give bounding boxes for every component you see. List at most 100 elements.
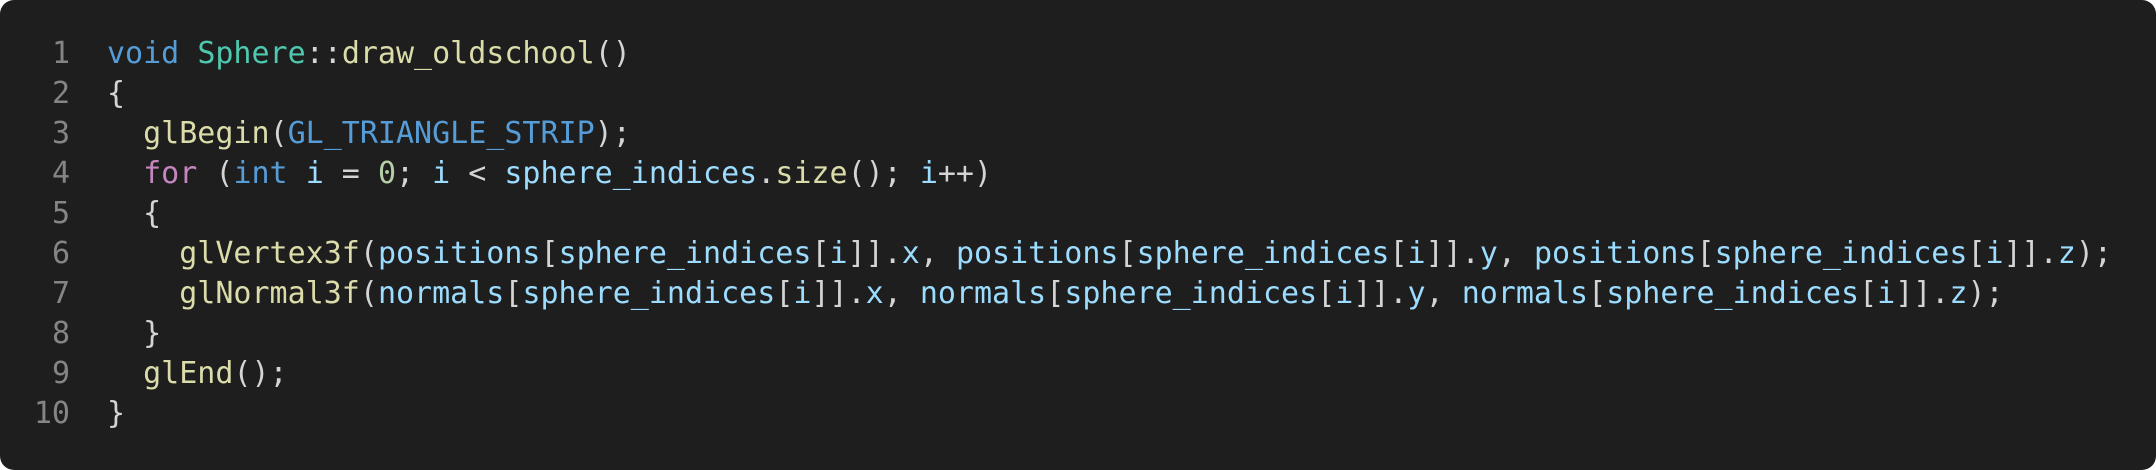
code-token-variable: i [1407, 236, 1426, 271]
code-line[interactable]: 3 glBegin(GL_TRIANGLE_STRIP); [0, 114, 2156, 154]
code-token-function: glVertex3f [179, 236, 360, 271]
code-token-punctuation: [ [1118, 236, 1137, 271]
code-token-variable: i [1877, 276, 1896, 311]
code-line[interactable]: 4 for (int i = 0; i < sphere_indices.siz… [0, 154, 2156, 194]
code-token-function: glEnd [143, 356, 234, 391]
line-code: } [107, 314, 161, 354]
code-token-variable: i [432, 156, 451, 191]
line-code: for (int i = 0; i < sphere_indices.size(… [107, 154, 992, 194]
code-token-variable: sphere_indices [522, 276, 776, 311]
code-token-variable: z [2057, 236, 2076, 271]
line-code: { [107, 74, 125, 114]
line-number: 7 [51, 276, 70, 311]
line-number: 4 [51, 156, 70, 191]
code-token-function: glNormal3f [179, 276, 360, 311]
line-number: 1 [51, 36, 70, 71]
code-token-punctuation: ); [1967, 276, 2004, 311]
code-token-punctuation: [ [1046, 276, 1065, 311]
code-token-punctuation: ]]. [2003, 236, 2058, 271]
code-line[interactable]: 8 } [0, 314, 2156, 354]
code-token-punctuation: :: [305, 36, 342, 71]
code-token-punctuation: [ [1317, 276, 1336, 311]
code-token-variable: positions [1533, 236, 1697, 271]
code-token-punctuation: [ [1696, 236, 1715, 271]
code-token-variable: z [1949, 276, 1968, 311]
code-token-variable: positions [955, 236, 1119, 271]
code-token-punctuation: , [1497, 236, 1534, 271]
code-token-punctuation: , [883, 276, 920, 311]
code-line[interactable]: 7 glNormal3f(normals[sphere_indices[i]].… [0, 274, 2156, 314]
line-number: 3 [51, 116, 70, 151]
code-token-variable: i [1335, 276, 1354, 311]
code-token-punctuation: ]]. [1425, 236, 1480, 271]
code-token-variable: sphere_indices [1606, 276, 1860, 311]
code-line[interactable]: 5 { [0, 194, 2156, 234]
code-token-punctuation: ; [396, 156, 433, 191]
code-token-variable: y [1407, 276, 1426, 311]
code-token-punctuation: ++) [937, 156, 993, 191]
code-token-punctuation: [ [1588, 276, 1607, 311]
line-code: { [107, 194, 161, 234]
code-token-type: Sphere [197, 36, 306, 71]
code-token-punctuation: [ [1967, 236, 1986, 271]
code-token-function: size [775, 156, 848, 191]
code-token-punctuation: ]]. [1353, 276, 1408, 311]
code-token-punctuation: (); [847, 156, 920, 191]
code-token-punctuation: ( [359, 236, 378, 271]
code-token-punctuation: ); [2075, 236, 2112, 271]
code-lines: 1 void Sphere::draw_oldschool() 2{3 glBegi… [0, 34, 2156, 434]
code-token-punctuation: ); [594, 116, 631, 151]
code-token-punctuation: [ [540, 236, 559, 271]
line-number: 9 [51, 356, 70, 391]
code-token-variable: y [1479, 236, 1498, 271]
code-line[interactable]: 1 void Sphere::draw_oldschool() [0, 34, 2156, 74]
code-token-punctuation [107, 116, 143, 151]
code-token-punctuation: ]]. [811, 276, 866, 311]
line-number: 2 [51, 76, 70, 111]
code-token-variable: x [901, 236, 920, 271]
code-line[interactable]: 6 glVertex3f(positions[sphere_indices[i]… [0, 234, 2156, 274]
line-code: glNormal3f(normals[sphere_indices[i]].x,… [107, 274, 2004, 314]
code-line[interactable]: 9 glEnd(); [0, 354, 2156, 394]
code-token-punctuation: } [107, 396, 126, 431]
code-token-punctuation: ]]. [1895, 276, 1950, 311]
code-token-punctuation: [ [504, 276, 523, 311]
code-token-punctuation [107, 156, 143, 191]
line-number: 10 [33, 396, 70, 431]
code-token-variable: x [865, 276, 884, 311]
code-token-function: draw_oldschool [341, 36, 595, 71]
code-token-punctuation: , [1425, 276, 1462, 311]
line-number: 6 [51, 236, 70, 271]
code-token-punctuation: [ [1389, 236, 1408, 271]
code-token-variable: i [1985, 236, 2004, 271]
code-line[interactable]: 2{ [0, 74, 2156, 114]
code-token-punctuation: , [919, 236, 956, 271]
code-token-punctuation: < [450, 156, 505, 191]
code-token-punctuation [107, 276, 179, 311]
code-token-keyword: int [233, 156, 288, 191]
line-code: glEnd(); [107, 354, 288, 394]
code-token-variable: sphere_indices [504, 156, 758, 191]
code-token-keyword: GL_TRIANGLE_STRIP [287, 116, 595, 151]
line-code: glBegin(GL_TRIANGLE_STRIP); [107, 114, 631, 154]
line-code: glVertex3f(positions[sphere_indices[i]].… [107, 234, 2112, 274]
code-token-control: for [143, 156, 198, 191]
code-line[interactable]: 10} [0, 394, 2156, 434]
line-number: 5 [51, 196, 70, 231]
line-code: } [107, 394, 125, 434]
code-token-punctuation: [ [811, 236, 830, 271]
code-token-punctuation: ( [269, 116, 288, 151]
code-token-variable: i [919, 156, 938, 191]
code-token-punctuation [107, 236, 179, 271]
code-token-variable: sphere_indices [1136, 236, 1390, 271]
code-editor[interactable]: 1 void Sphere::draw_oldschool() 2{3 glBegi… [0, 0, 2156, 470]
code-token-punctuation: [ [1859, 276, 1878, 311]
code-token-variable: normals [377, 276, 505, 311]
code-token-punctuation [288, 156, 306, 191]
code-token-keyword: void [107, 36, 180, 71]
code-token-variable: sphere_indices [1714, 236, 1968, 271]
code-token-punctuation: () [594, 36, 631, 71]
code-token-variable: normals [919, 276, 1047, 311]
code-token-punctuation: } [107, 316, 162, 351]
line-number: 8 [51, 316, 70, 351]
